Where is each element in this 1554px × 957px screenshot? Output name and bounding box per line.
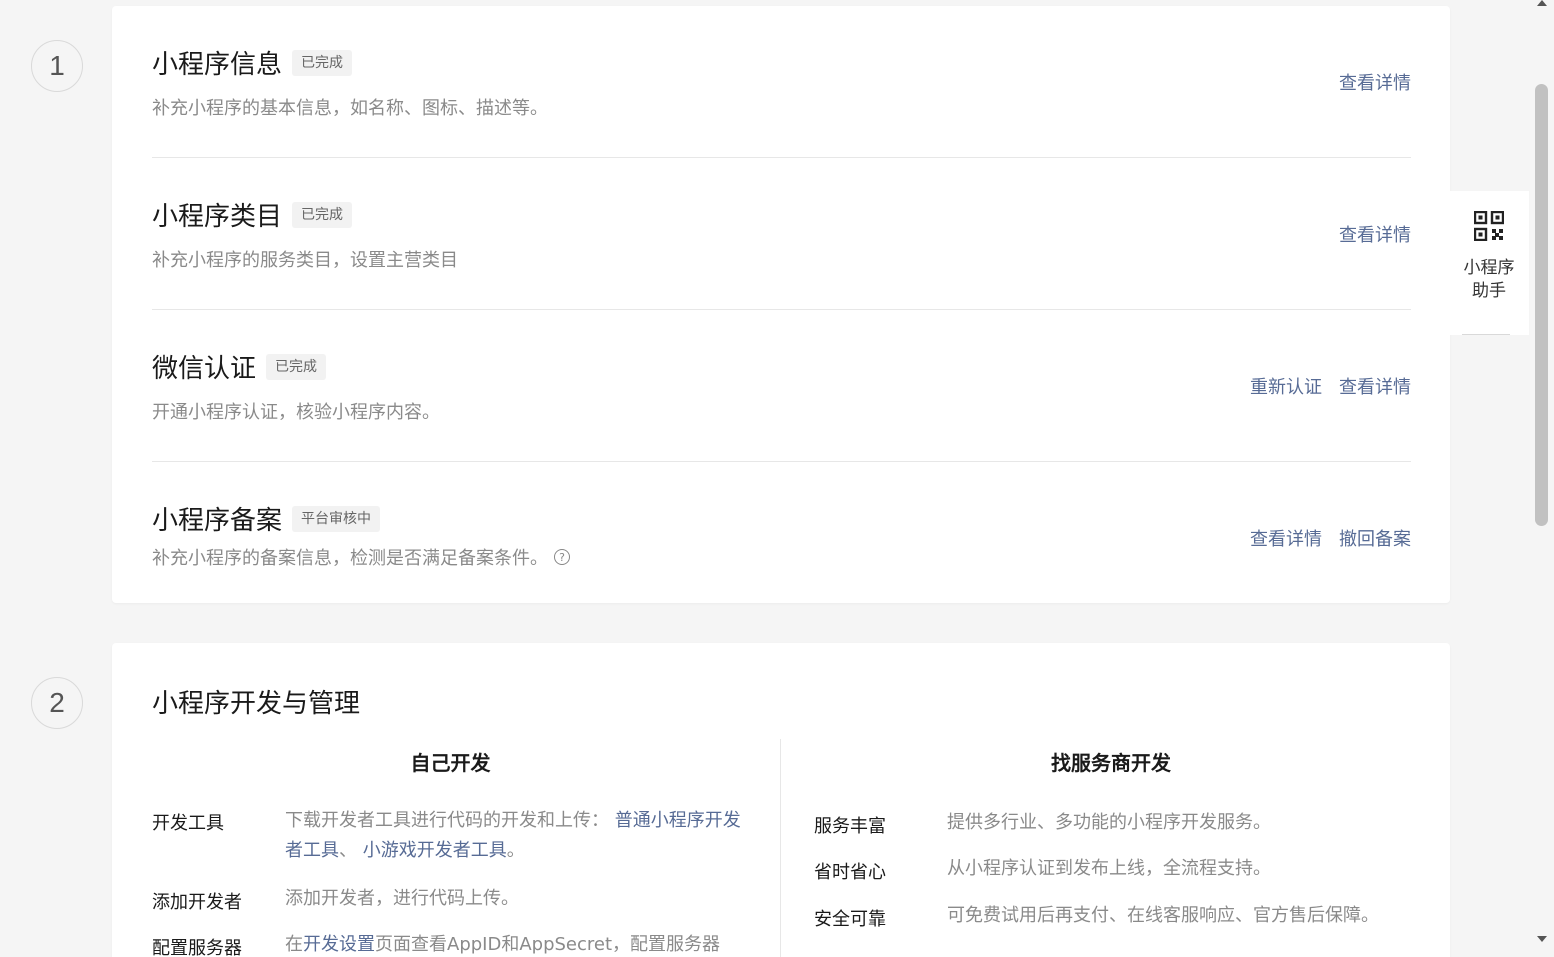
row-description: 开通小程序认证，核验小程序内容。 [152, 402, 440, 423]
vendor-item: 安全可靠 可免费试用后再支付、在线客服响应、官方售后保障。 [814, 905, 1414, 931]
row-description: 补充小程序的基本信息，如名称、图标、描述等。 [152, 98, 548, 119]
row-title: 微信认证 [152, 354, 257, 384]
self-dev-heading: 自己开发 [410, 751, 491, 775]
row-title: 小程序类目 [152, 202, 283, 232]
item-text: 从小程序认证到发布上线，全流程支持。 [947, 858, 1271, 879]
qrcode-icon [1474, 211, 1504, 241]
step1-card: 小程序信息 已完成 补充小程序的基本信息，如名称、图标、描述等。 查看详情 小程… [112, 6, 1450, 603]
item-label: 开发工具 [152, 813, 224, 834]
vendor-dev-heading: 找服务商开发 [1051, 751, 1171, 775]
scroll-up-icon[interactable] [1537, 0, 1547, 6]
list-item: 小程序信息 已完成 补充小程序的基本信息，如名称、图标、描述等。 查看详情 [152, 6, 1411, 158]
help-icon[interactable]: ? [554, 549, 570, 565]
list-item: 小程序类目 已完成 补充小程序的服务类目，设置主营类目 查看详情 [152, 158, 1411, 310]
helper-label-line2: 助手 [1472, 281, 1506, 301]
step-number-2: 2 [31, 677, 83, 729]
view-details-link[interactable]: 查看详情 [1250, 525, 1322, 551]
item-label: 服务丰富 [814, 816, 886, 837]
dev-settings-link[interactable]: 开发设置 [303, 934, 375, 955]
column-divider [780, 739, 781, 957]
list-item: 小程序备案 平台审核中 补充小程序的备案信息，检测是否满足备案条件。 ? 查看详… [152, 462, 1411, 614]
status-badge: 已完成 [292, 201, 353, 228]
item-text: 下载开发者工具进行代码的开发和上传： [285, 810, 609, 831]
vendor-item: 服务丰富 提供多行业、多功能的小程序开发服务。 [814, 812, 1414, 838]
scroll-down-icon[interactable] [1537, 936, 1547, 942]
item-label: 添加开发者 [152, 892, 242, 913]
withdraw-filing-link[interactable]: 撤回备案 [1339, 525, 1411, 551]
item-text: 添加开发者，进行代码上传。 [285, 888, 519, 909]
row-description: 补充小程序的服务类目，设置主营类目 [152, 250, 458, 271]
row-title: 小程序备案 [152, 506, 283, 536]
vendor-item: 省时省心 从小程序认证到发布上线，全流程支持。 [814, 858, 1414, 884]
item-label: 省时省心 [814, 862, 886, 883]
item-text: 在 [285, 934, 303, 955]
item-label: 安全可靠 [814, 909, 886, 930]
vertical-scrollbar[interactable] [1529, 0, 1554, 957]
reverify-link[interactable]: 重新认证 [1250, 373, 1322, 399]
step2-card: 小程序开发与管理 自己开发 找服务商开发 开发工具 下载开发者工具进行代码的开发… [112, 643, 1450, 957]
status-badge: 已完成 [266, 353, 327, 380]
item-text: 页面查看AppID和AppSecret，配置服务器 [375, 934, 721, 955]
view-details-link[interactable]: 查看详情 [1339, 373, 1411, 399]
mini-program-assistant[interactable]: 小程序 助手 [1449, 191, 1529, 335]
status-badge: 已完成 [292, 49, 353, 76]
status-badge: 平台审核中 [292, 505, 381, 532]
item-label: 配置服务器 [152, 938, 242, 957]
server-config-item: 配置服务器 在开发设置页面查看AppID和AppSecret，配置服务器 [152, 934, 752, 957]
period: 。 [506, 840, 525, 861]
helper-divider [1462, 334, 1510, 335]
add-developer-item: 添加开发者 添加开发者，进行代码上传。 [152, 888, 752, 914]
view-details-link[interactable]: 查看详情 [1339, 221, 1411, 247]
view-details-link[interactable]: 查看详情 [1339, 69, 1411, 95]
section-title: 小程序开发与管理 [152, 689, 361, 719]
minigame-devtools-link[interactable]: 小游戏开发者工具 [363, 840, 507, 861]
row-title: 小程序信息 [152, 50, 283, 80]
item-text: 可免费试用后再支付、在线客服响应、官方售后保障。 [947, 905, 1379, 926]
scrollbar-thumb[interactable] [1535, 84, 1548, 526]
list-item: 微信认证 已完成 开通小程序认证，核验小程序内容。 重新认证 查看详情 [152, 310, 1411, 462]
separator: 、 [339, 840, 357, 861]
item-text: 提供多行业、多功能的小程序开发服务。 [947, 812, 1271, 833]
step-number-1: 1 [31, 40, 83, 92]
dev-tools-item: 开发工具 下载开发者工具进行代码的开发和上传： 普通小程序开发者工具、 小游戏开… [152, 809, 752, 866]
helper-label-line1: 小程序 [1463, 258, 1515, 278]
row-description: 补充小程序的备案信息，检测是否满足备案条件。 [152, 548, 548, 569]
